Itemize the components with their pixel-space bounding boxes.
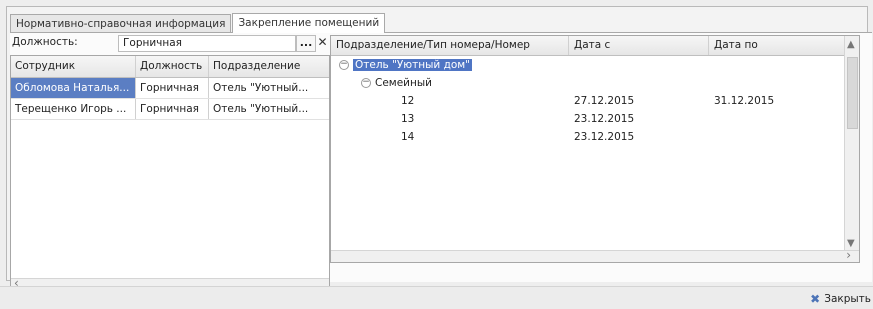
date-from-cell: 23.12.2015 [574,131,635,143]
rooms-horizontal-scrollbar[interactable]: › [331,248,859,262]
date-from-cell: 23.12.2015 [574,113,635,125]
rooms-tree-body: − Отель "Уютный дом" − Семейный 12 27.12.2… [331,56,846,252]
employees-table[interactable]: Сотрудник Должность Подразделение Обломо… [10,55,330,291]
column-room[interactable]: Подразделение/Тип номера/Номер [331,36,569,55]
room-number: 12 [401,95,415,107]
table-row[interactable]: Обломова Наталья... Горничная Отель "Уют… [11,78,329,99]
position-cell: Горничная [136,99,209,119]
tree-row-room[interactable]: 12 [401,92,414,110]
date-to-cell: 31.12.2015 [714,95,775,107]
department-cell: Отель "Уютный... [213,103,309,115]
employees-table-header: Сотрудник Должность Подразделение [11,56,329,78]
form-footer: ✖ Закрыть [0,286,873,309]
minus-circle-icon[interactable]: − [339,60,349,70]
close-button[interactable]: ✖ Закрыть [810,290,873,308]
clear-position-icon[interactable]: ✕ [316,35,329,52]
position-filter-input[interactable]: Горничная [118,35,296,52]
rooms-tree-table[interactable]: Подразделение/Тип номера/Номер Дата с Да… [330,35,860,263]
rooms-vertical-scrollbar[interactable]: ▲ ▼ [844,36,859,252]
column-position[interactable]: Должность [136,56,209,77]
tree-label: Отель "Уютный дом" [353,59,473,71]
close-label: Закрыть [824,293,871,305]
column-department[interactable]: Подразделение [209,56,329,77]
close-icon: ✖ [810,292,821,306]
tree-row-room[interactable]: 14 [401,128,414,146]
select-position-button[interactable]: ... [296,35,316,52]
tree-row-room-type[interactable]: − Семейный [361,74,432,92]
table-row[interactable]: Терещенко Игорь ... Горничная Отель "Уют… [11,99,329,120]
tab-reference-info[interactable]: Нормативно-справочная информация [10,14,232,33]
tab-room-assignment[interactable]: Закрепление помещений [232,13,386,33]
position-filter-label: Должность: [12,36,78,48]
column-date-from[interactable]: Дата с [569,36,709,55]
position-filter: Должность: Горничная ... ✕ [10,35,330,52]
column-date-to[interactable]: Дата по [709,36,849,55]
minus-circle-icon[interactable]: − [361,78,371,88]
employee-cell: Обломова Наталья... [11,78,136,98]
column-employee[interactable]: Сотрудник [11,56,136,77]
date-from-cell: 27.12.2015 [574,95,635,107]
tab-content: Должность: Горничная ... ✕ Сотрудник Дол… [10,32,872,291]
scroll-thumb[interactable] [847,57,858,129]
employee-cell: Терещенко Игорь ... [11,99,136,119]
scroll-up-icon[interactable]: ▲ [847,39,855,50]
tree-row-room[interactable]: 13 [401,110,414,128]
tree-label: Семейный [375,77,432,89]
room-number: 13 [401,113,415,125]
tree-row-hotel[interactable]: − Отель "Уютный дом" [339,56,473,74]
scroll-right-icon[interactable]: › [846,248,851,262]
room-number: 14 [401,131,415,143]
department-cell: Отель "Уютный... [213,82,309,94]
tabs-bar: Нормативно-справочная информация Закрепл… [10,13,386,33]
rooms-table-header: Подразделение/Тип номера/Номер Дата с Да… [331,36,859,56]
position-cell: Горничная [136,78,209,98]
